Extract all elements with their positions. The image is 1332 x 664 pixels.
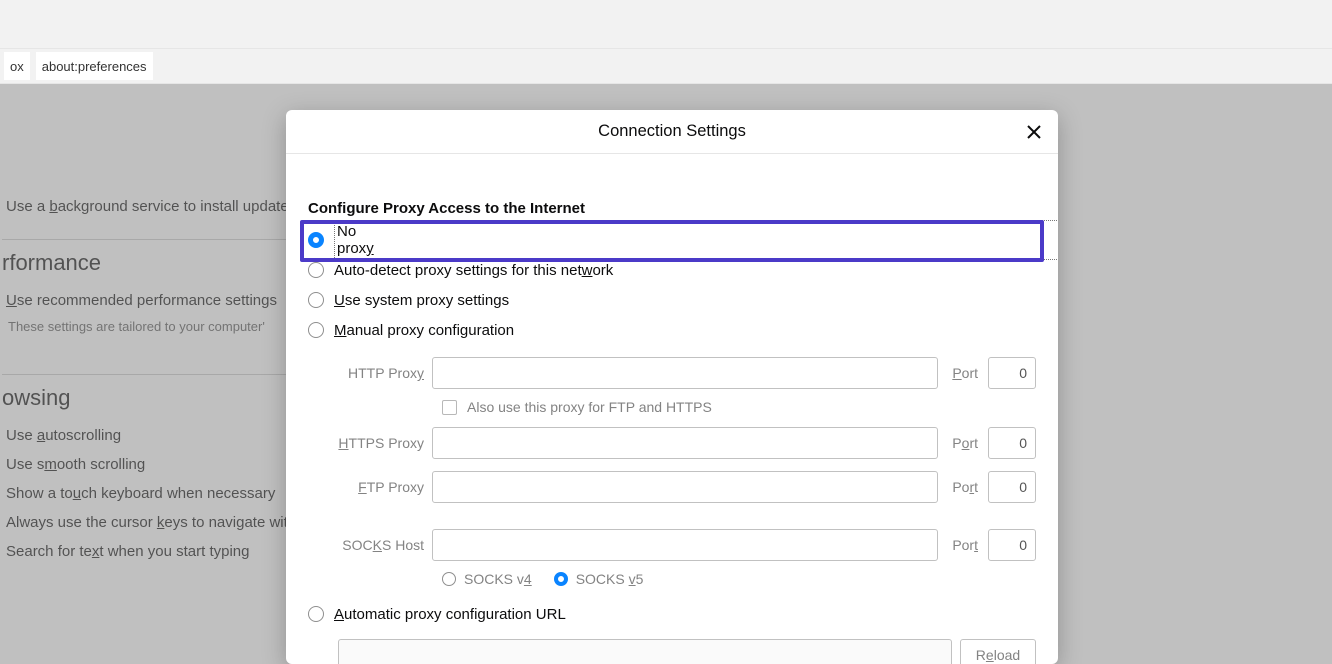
ftp-proxy-input[interactable] bbox=[432, 471, 938, 503]
radio-socks5[interactable]: SOCKS v5 bbox=[554, 571, 644, 587]
radio-icon bbox=[308, 262, 324, 278]
dialog-title: Connection Settings bbox=[598, 122, 746, 141]
http-proxy-input[interactable] bbox=[432, 357, 938, 389]
radio-system-proxy[interactable]: Use system proxy settings bbox=[308, 285, 1036, 315]
auto-url-input[interactable] bbox=[338, 639, 952, 664]
radio-auto-url[interactable]: Automatic proxy configuration URL bbox=[308, 599, 1036, 629]
url-fragment-1: ox bbox=[4, 52, 30, 80]
socks-host-input[interactable] bbox=[432, 529, 938, 561]
https-proxy-input[interactable] bbox=[432, 427, 938, 459]
system-proxy-label: Use system proxy settings bbox=[334, 292, 509, 309]
radio-icon bbox=[554, 572, 568, 586]
radio-socks4[interactable]: SOCKS v4 bbox=[442, 571, 532, 587]
dialog-header: Connection Settings bbox=[286, 110, 1058, 154]
https-port-input[interactable] bbox=[988, 427, 1036, 459]
auto-url-label: Automatic proxy configuration URL bbox=[334, 606, 566, 623]
connection-settings-dialog: Connection Settings Configure Proxy Acce… bbox=[286, 110, 1058, 664]
url-fragment-2: about:preferences bbox=[36, 52, 153, 80]
manual-proxy-label: Manual proxy configuration bbox=[334, 322, 514, 339]
auto-detect-label: Auto-detect proxy settings for this netw… bbox=[334, 262, 613, 279]
socks-port-label: Port bbox=[946, 537, 980, 553]
socks-host-label: SOCKS Host bbox=[338, 537, 424, 553]
toolbar bbox=[0, 0, 1332, 48]
share-proxy-label: Also use this proxy for FTP and HTTPS bbox=[467, 399, 712, 415]
radio-icon bbox=[308, 232, 324, 248]
url-bar[interactable]: ox about:preferences bbox=[0, 48, 1332, 84]
radio-icon bbox=[442, 572, 456, 586]
socks-port-input[interactable] bbox=[988, 529, 1036, 561]
https-port-label: Port bbox=[946, 435, 980, 451]
ftp-port-label: Port bbox=[946, 479, 980, 495]
reload-button[interactable]: Reload bbox=[960, 639, 1036, 664]
close-icon[interactable] bbox=[1022, 120, 1046, 144]
socks5-label: SOCKS v5 bbox=[576, 571, 644, 587]
http-proxy-label: HTTP Proxy bbox=[338, 365, 424, 381]
http-port-input[interactable] bbox=[988, 357, 1036, 389]
no-proxy-label: No proxy bbox=[334, 220, 1058, 260]
share-proxy-checkbox[interactable] bbox=[442, 400, 457, 415]
ftp-proxy-label: FTP Proxy bbox=[338, 479, 424, 495]
radio-no-proxy[interactable]: No proxy bbox=[308, 225, 1036, 255]
radio-manual-proxy[interactable]: Manual proxy configuration bbox=[308, 315, 1036, 345]
socks4-label: SOCKS v4 bbox=[464, 571, 532, 587]
http-port-label: Port bbox=[946, 365, 980, 381]
https-proxy-label: HTTPS Proxy bbox=[338, 435, 424, 451]
radio-icon bbox=[308, 322, 324, 338]
radio-icon bbox=[308, 292, 324, 308]
ftp-port-input[interactable] bbox=[988, 471, 1036, 503]
radio-icon bbox=[308, 606, 324, 622]
